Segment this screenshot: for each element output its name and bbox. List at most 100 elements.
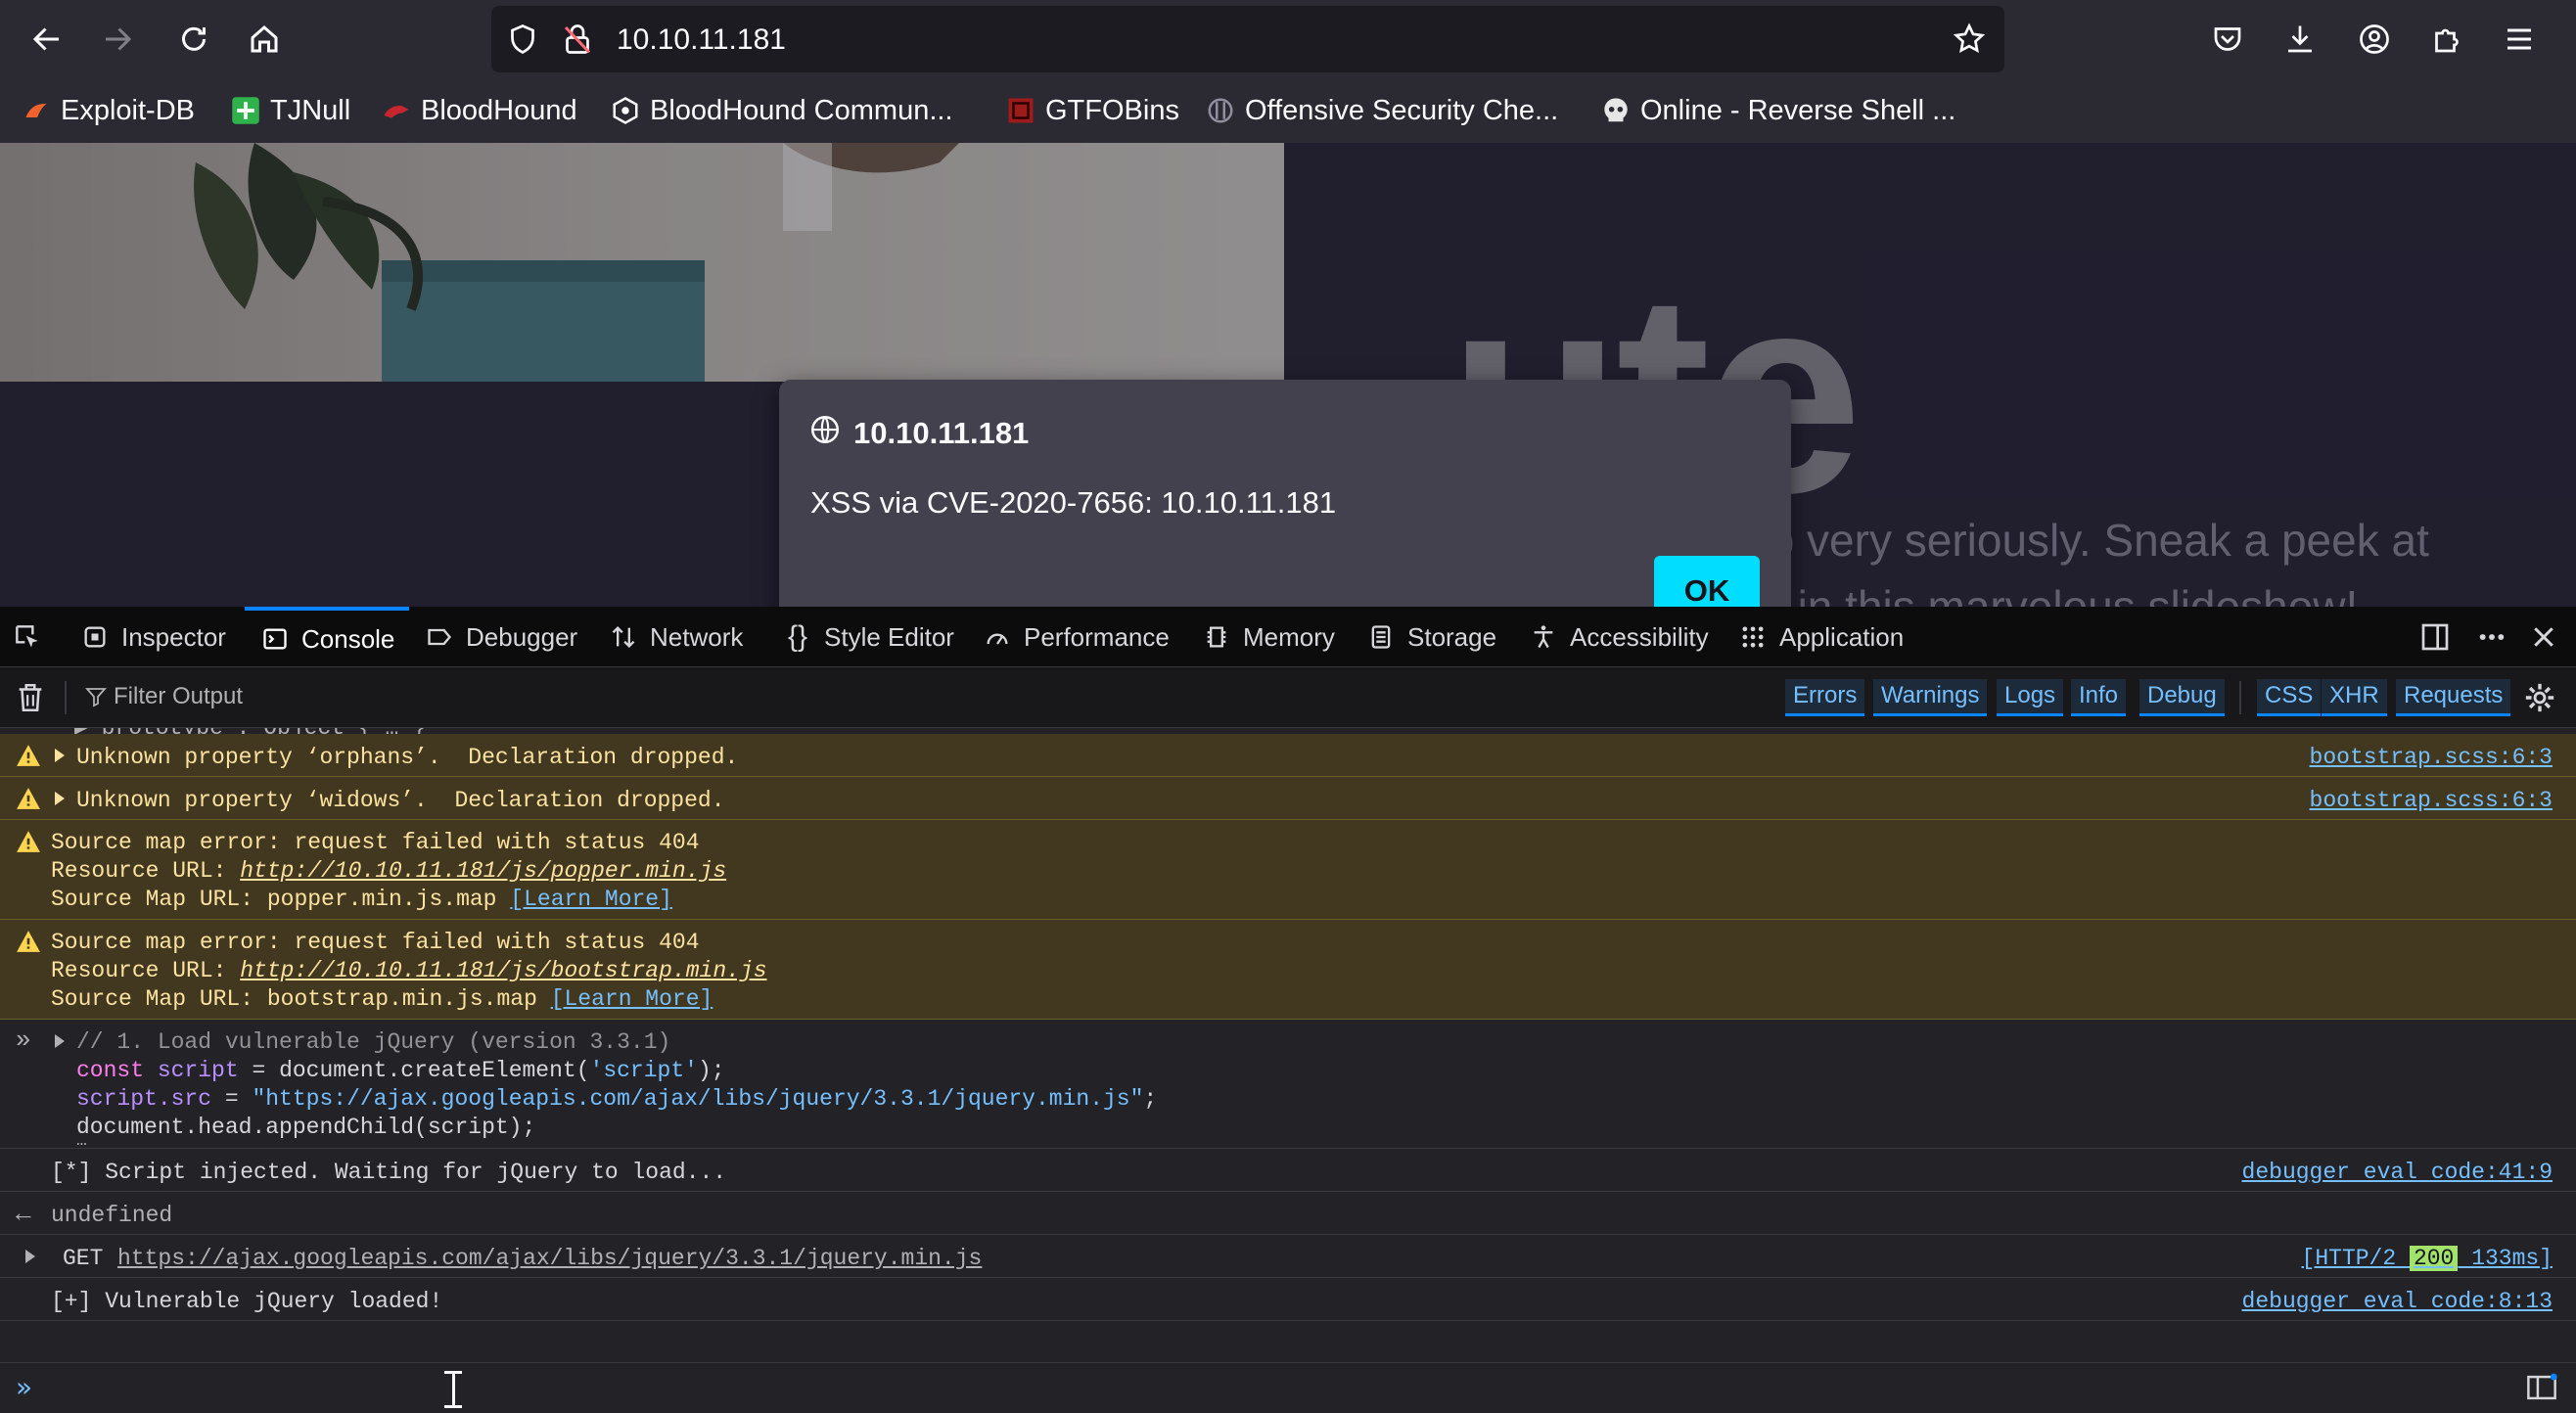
code-string: "https://ajax.googleapis.com/ajax/libs/j…: [252, 1086, 1144, 1112]
source-location-link[interactable]: debugger eval code:8:13: [2242, 1289, 2553, 1314]
pick-element-icon: [16, 625, 38, 648]
more-options-button[interactable]: [2474, 607, 2509, 667]
resource-url-link[interactable]: http://10.10.11.181/js/popper.min.js: [240, 858, 726, 884]
code-line: const script = document.createElement('s…: [76, 1058, 725, 1083]
bloodhound-icon: [382, 96, 411, 125]
pocket-button[interactable]: [2200, 12, 2255, 67]
expand-arrow-icon[interactable]: [55, 749, 65, 762]
dock-toggle-button[interactable]: [2419, 607, 2451, 667]
filter-info-button[interactable]: Info: [2071, 679, 2127, 716]
console-warning: Unknown property ‘orphans’. Declaration …: [0, 734, 2576, 777]
tab-memory[interactable]: Memory: [1202, 607, 1335, 667]
account-button[interactable]: [2347, 12, 2402, 67]
source-map-line: Source Map URL: bootstrap.min.js.map [Le…: [51, 986, 713, 1012]
source-location-link[interactable]: bootstrap.scss:6:3: [2310, 788, 2553, 813]
insecure-lock-icon[interactable]: [560, 22, 595, 62]
expand-arrow-icon[interactable]: [55, 1034, 65, 1048]
filter-logs-button[interactable]: Logs: [1997, 679, 2064, 716]
filter-output-input[interactable]: Filter Output: [114, 683, 243, 710]
console-log: [+] Vulnerable jQuery loaded! debugger e…: [0, 1278, 2576, 1321]
bookmark-exploit-db[interactable]: Exploit-DB: [22, 90, 195, 131]
bookmark-bloodhound[interactable]: BloodHound: [382, 90, 577, 131]
back-button[interactable]: [20, 12, 74, 67]
filter-xhr-button[interactable]: XHR: [2322, 679, 2387, 716]
tab-style-editor[interactable]: {} Style Editor: [783, 607, 954, 667]
tab-label: Debugger: [466, 621, 578, 652]
ok-button[interactable]: OK: [1654, 556, 1760, 607]
extensions-button[interactable]: [2419, 12, 2474, 67]
grid-icon: [1738, 622, 1768, 652]
request-status[interactable]: [HTTP/2 200 133ms]: [2302, 1246, 2553, 1271]
console-output: ▶ prototype : Object { … } Unknown prope…: [0, 728, 2576, 1362]
bookmark-label: Exploit-DB: [61, 94, 195, 126]
menu-button[interactable]: [2492, 12, 2547, 67]
bookmark-gtfobins[interactable]: GTFOBins: [1006, 90, 1179, 131]
label: Source Map URL: bootstrap.min.js.map: [51, 986, 551, 1012]
console-settings-button[interactable]: [2523, 681, 2556, 719]
expand-arrow-icon[interactable]: [25, 1250, 35, 1263]
trash-icon: [19, 683, 42, 712]
bookmark-bloodhound-community[interactable]: BloodHound Commun...: [611, 90, 953, 131]
editor-mode-button[interactable]: [2525, 1373, 2558, 1407]
braces-icon: {}: [787, 620, 808, 653]
tab-console[interactable]: Console: [245, 607, 409, 667]
bookmark-label: Offensive Security Che...: [1245, 94, 1559, 126]
message-text: Unknown property ‘orphans’. Declaration …: [76, 745, 739, 770]
bookmark-star-icon[interactable]: [1952, 22, 1987, 62]
downloads-button[interactable]: [2273, 12, 2327, 67]
source-location-link[interactable]: bootstrap.scss:6:3: [2310, 745, 2553, 770]
learn-more-link[interactable]: [Learn More]: [551, 986, 713, 1012]
shield-icon[interactable]: [505, 22, 540, 62]
filter-warnings-button[interactable]: Warnings: [1873, 679, 1988, 716]
bookmark-label: BloodHound Commun...: [650, 94, 953, 126]
code-property: script.src: [76, 1086, 212, 1112]
tab-label: Inspector: [121, 621, 226, 652]
expand-arrow-icon[interactable]: [55, 792, 65, 805]
learn-more-link[interactable]: [Learn More]: [510, 887, 672, 912]
console-input[interactable]: »: [0, 1362, 2576, 1413]
close-devtools-button[interactable]: [2529, 607, 2558, 667]
reload-button[interactable]: [166, 12, 221, 67]
console-filter-bar: Filter Output Errors Warnings Logs Info …: [0, 667, 2576, 728]
bookmark-tjnull[interactable]: TJNull: [231, 90, 350, 131]
element-picker-button[interactable]: [12, 607, 51, 667]
warning-icon: [16, 787, 41, 817]
code-keyword: const: [76, 1058, 158, 1083]
filter-debug-button[interactable]: Debug: [2139, 679, 2225, 716]
message-text: Source map error: request failed with st…: [51, 830, 700, 855]
url-bar[interactable]: 10.10.11.181: [491, 6, 2004, 72]
filter-requests-button[interactable]: Requests: [2396, 679, 2511, 716]
home-button[interactable]: [237, 12, 292, 67]
clear-console-button[interactable]: [14, 681, 47, 719]
request-url-link[interactable]: https://ajax.googleapis.com/ajax/libs/jq…: [117, 1246, 982, 1271]
label: Source Map URL: popper.min.js.map: [51, 887, 511, 912]
tab-network[interactable]: Network: [609, 607, 743, 667]
tab-application[interactable]: Application: [1738, 607, 1904, 667]
bookmarks-toolbar: Exploit-DB TJNull BloodHound BloodHound …: [0, 78, 2576, 143]
browser-toolbar: 10.10.11.181: [0, 0, 2576, 78]
offsec-icon: [1206, 96, 1235, 125]
tab-inspector[interactable]: Inspector: [80, 607, 226, 667]
tab-storage[interactable]: Storage: [1366, 607, 1496, 667]
filter-css-button[interactable]: CSS: [2257, 679, 2322, 716]
warning-icon: [16, 830, 41, 860]
bookmark-reverse-shell[interactable]: Online - Reverse Shell ...: [1601, 90, 1955, 131]
tab-debugger[interactable]: Debugger: [425, 607, 577, 667]
resource-url-link[interactable]: http://10.10.11.181/js/bootstrap.min.js: [240, 958, 766, 983]
url-text[interactable]: 10.10.11.181: [617, 23, 786, 57]
tab-accessibility[interactable]: Accessibility: [1529, 607, 1709, 667]
tab-performance[interactable]: Performance: [983, 607, 1170, 667]
source-location-link[interactable]: debugger eval code:41:9: [2242, 1160, 2553, 1185]
resource-url-line: Resource URL: http://10.10.11.181/js/boo…: [51, 958, 767, 983]
source-map-line: Source Map URL: popper.min.js.map [Learn…: [51, 887, 672, 912]
gtfobins-icon: [1006, 96, 1035, 125]
home-icon: [251, 25, 278, 53]
tab-label: Memory: [1243, 621, 1335, 652]
console-network-request[interactable]: GET https://ajax.googleapis.com/ajax/lib…: [0, 1235, 2576, 1278]
forward-button[interactable]: [90, 12, 145, 67]
protocol-label: [HTTP/2: [2301, 1246, 2410, 1271]
code-line: script.src = "https://ajax.googleapis.co…: [76, 1086, 1157, 1112]
filter-errors-button[interactable]: Errors: [1785, 679, 1865, 716]
bookmark-offsec-cheatsheet[interactable]: Offensive Security Che...: [1206, 90, 1558, 131]
console-warning: Unknown property ‘widows’. Declaration d…: [0, 777, 2576, 820]
